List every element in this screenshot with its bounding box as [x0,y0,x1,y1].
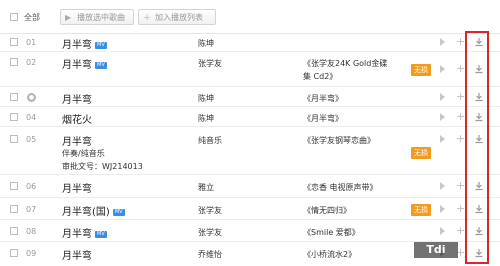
row-number: 01 [26,38,37,47]
play-icon[interactable] [440,113,445,121]
artist-name[interactable]: 张学友 [198,205,222,216]
download-column-highlight [465,31,489,264]
add-icon[interactable]: + [456,203,465,214]
play-icon[interactable] [440,182,445,190]
row-number: 04 [26,113,37,122]
play-icon[interactable] [440,135,445,143]
play-icon[interactable] [440,227,445,235]
song-row[interactable]: 01 月半弯 MV 陈坤 + [0,33,500,52]
add-icon[interactable]: + [456,133,465,144]
add-icon[interactable]: + [456,36,465,47]
song-title[interactable]: 烟花火 [62,111,92,126]
album-name[interactable]: 《Smile 爱都》 [303,227,360,238]
row-checkbox[interactable] [10,249,18,257]
row-checkbox[interactable] [10,135,18,143]
approval-number: 审批文号：WJ214013 [62,162,143,171]
artist-name[interactable]: 陈坤 [198,113,214,124]
song-title[interactable]: 月半弯 MV [62,56,107,71]
row-number: 05 [26,135,37,144]
play-icon[interactable] [440,38,445,46]
add-icon[interactable]: + [456,225,465,236]
artist-name[interactable]: 陈坤 [198,93,214,104]
lossless-badge: 无损 [411,147,431,159]
album-name[interactable]: 《张学友钢琴恋曲》 [303,135,375,146]
row-checkbox[interactable] [10,227,18,235]
song-title[interactable]: 月半弯 [62,180,92,195]
album-name[interactable]: 《情无四归》 [303,205,351,216]
song-title[interactable]: 月半弯 MV [62,225,107,240]
album-name[interactable]: 《小桥流水2》 [303,249,356,260]
song-title[interactable]: 月半弯(国) MV [62,203,125,218]
select-all-label: 全部 [24,13,40,22]
album-name[interactable]: 《月半弯》 [303,93,343,104]
song-row[interactable]: ● 月半弯 陈坤 《月半弯》 + [0,87,500,107]
row-checkbox[interactable] [10,205,18,213]
song-title[interactable]: 月半弯 MV [62,36,107,51]
add-icon[interactable]: + [456,111,465,122]
add-icon[interactable]: + [456,91,465,102]
song-title[interactable]: 月半弯 [62,91,92,106]
song-row[interactable]: 04 烟花火 陈坤 《月半弯》 + [0,107,500,127]
album-name-continued[interactable]: 集 Cd2》 [303,71,337,82]
add-icon[interactable]: + [456,180,465,191]
toolbar: 全部 ▶ 播放选中歌曲 ＋ 加入播放列表 [0,0,500,34]
lossless-badge: 无损 [411,204,431,216]
row-number: 08 [26,227,37,236]
album-name[interactable]: 《张学友24K Gold金碟 [303,58,387,69]
watermark: Tdi [414,242,458,258]
row-number: 07 [26,205,37,214]
mv-badge[interactable]: MV [95,62,107,69]
play-icon[interactable] [440,93,445,101]
song-row[interactable]: 02 月半弯 MV 张学友 《张学友24K Gold金碟 集 Cd2》 无损 + [0,52,500,87]
mv-badge[interactable]: MV [95,231,107,238]
artist-name[interactable]: 张学友 [198,227,222,238]
row-checkbox[interactable] [10,93,18,101]
play-selected-button[interactable]: ▶ 播放选中歌曲 [60,9,134,25]
album-name[interactable]: 《月半弯》 [303,113,343,124]
row-checkbox[interactable] [10,38,18,46]
play-icon: ▶ [65,13,72,22]
artist-name[interactable]: 乔维怡 [198,249,222,260]
add-icon[interactable]: + [456,63,465,74]
album-name[interactable]: 《恋香 电视原声带》 [303,182,378,193]
row-checkbox[interactable] [10,58,18,66]
mv-badge[interactable]: MV [95,42,107,49]
artist-name[interactable]: 纯音乐 [198,135,222,146]
plus-icon: ＋ [143,13,151,22]
row-checkbox[interactable] [10,182,18,190]
row-number: 09 [26,249,37,258]
artist-name[interactable]: 雅立 [198,182,214,193]
mv-badge[interactable]: MV [112,209,125,216]
artist-name[interactable]: 陈坤 [198,38,214,49]
row-number: 06 [26,182,37,191]
play-icon[interactable] [440,65,445,73]
status-icon: ● [27,93,36,102]
song-row[interactable]: 07 月半弯(国) MV 张学友 《情无四归》 无损 + [0,198,500,220]
song-title[interactable]: 月半弯 [62,133,92,148]
song-title[interactable]: 月半弯 [62,247,92,262]
lossless-badge: 无损 [411,64,431,76]
row-checkbox[interactable] [10,113,18,121]
artist-name[interactable]: 张学友 [198,58,222,69]
song-row[interactable]: 08 月半弯 MV 张学友 《Smile 爱都》 + [0,220,500,242]
select-all-checkbox[interactable] [10,13,18,21]
row-number: 02 [26,58,37,67]
song-subtitle: 伴奏/纯音乐 [62,149,105,158]
song-row[interactable]: 06 月半弯 雅立 《恋香 电视原声带》 + [0,175,500,198]
add-to-playlist-button[interactable]: ＋ 加入播放列表 [138,9,216,25]
play-icon[interactable] [440,205,445,213]
song-row[interactable]: 05 月半弯 伴奏/纯音乐 审批文号：WJ214013 纯音乐 《张学友钢琴恋曲… [0,127,500,175]
